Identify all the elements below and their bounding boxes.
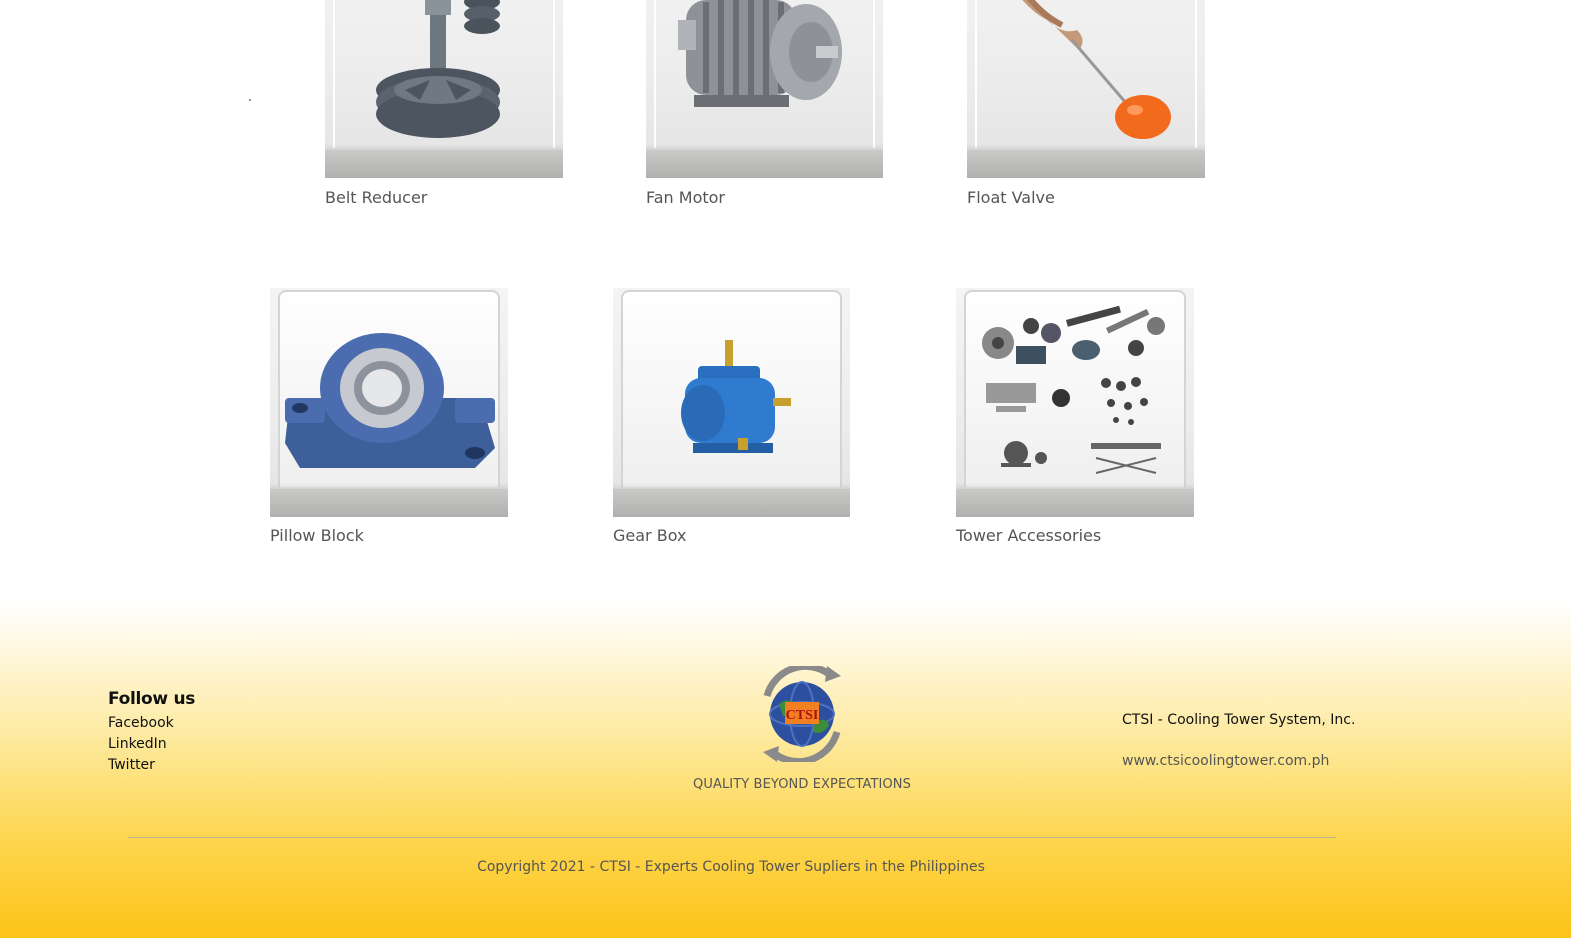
product-label[interactable]: Belt Reducer [325, 188, 427, 207]
product-card-belt-reducer[interactable]: Belt Reducer [325, 0, 563, 207]
linkedin-link[interactable]: LinkedIn [108, 734, 195, 755]
footer-divider [128, 837, 1336, 838]
follow-us-section: Follow us Facebook LinkedIn Twitter [108, 689, 195, 776]
logo-text: CTSI [786, 708, 819, 723]
product-label[interactable]: Gear Box [613, 526, 686, 545]
float-valve-image[interactable] [967, 0, 1205, 178]
stray-dot [249, 99, 251, 101]
company-name: CTSI - Cooling Tower System, Inc. [1122, 712, 1356, 728]
tagline: QUALITY BEYOND EXPECTATIONS [693, 777, 911, 792]
ctsi-logo[interactable]: CTSI [749, 662, 855, 766]
product-label[interactable]: Fan Motor [646, 188, 725, 207]
product-card-fan-motor[interactable]: Fan Motor [646, 0, 883, 207]
gear-box-image[interactable] [613, 288, 850, 517]
pillow-block-image[interactable] [270, 288, 508, 517]
follow-us-heading: Follow us [108, 689, 196, 709]
product-label[interactable]: Float Valve [967, 188, 1055, 207]
copyright-text: Copyright 2021 - CTSI - Experts Cooling … [477, 859, 985, 875]
twitter-link[interactable]: Twitter [108, 755, 195, 776]
product-card-tower-accessories[interactable]: Tower Accessories [956, 288, 1194, 545]
product-card-gear-box[interactable]: Gear Box [613, 288, 850, 545]
fan-motor-image[interactable] [646, 0, 883, 178]
tower-accessories-image[interactable] [956, 288, 1194, 517]
product-card-float-valve[interactable]: Float Valve [967, 0, 1205, 207]
product-label[interactable]: Pillow Block [270, 526, 364, 545]
facebook-link[interactable]: Facebook [108, 713, 195, 734]
site-footer: Follow us Facebook LinkedIn Twitter CTSI… [0, 600, 1571, 938]
belt-reducer-image[interactable] [325, 0, 563, 178]
product-label[interactable]: Tower Accessories [956, 526, 1101, 545]
product-card-pillow-block[interactable]: Pillow Block [270, 288, 508, 545]
website-link[interactable]: www.ctsicoolingtower.com.ph [1122, 753, 1329, 769]
